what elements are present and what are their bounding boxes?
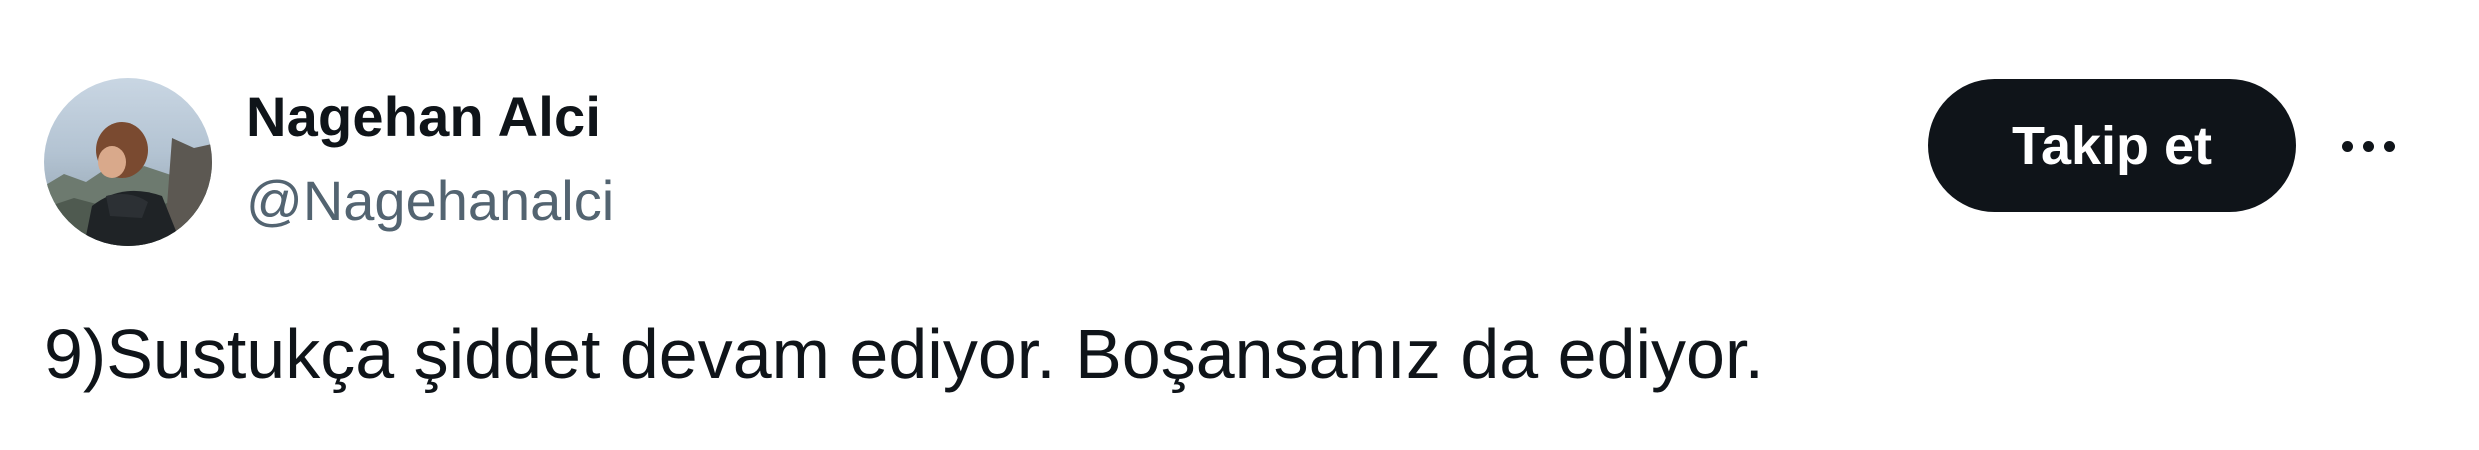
more-horizontal-icon [2337,140,2400,152]
tweet-card: Nagehan Alci @Nagehanalci Takip et 9)Sus… [0,0,2479,450]
more-options-button[interactable] [2320,110,2416,182]
author-display-name[interactable]: Nagehan Alci [246,82,601,152]
author-handle[interactable]: @Nagehanalci [246,166,614,236]
follow-button[interactable]: Takip et [1928,79,2296,212]
avatar[interactable] [44,78,212,246]
avatar-image [44,78,212,246]
tweet-text: 9)Sustukça şiddet devam ediyor. Boşansan… [44,315,1764,393]
